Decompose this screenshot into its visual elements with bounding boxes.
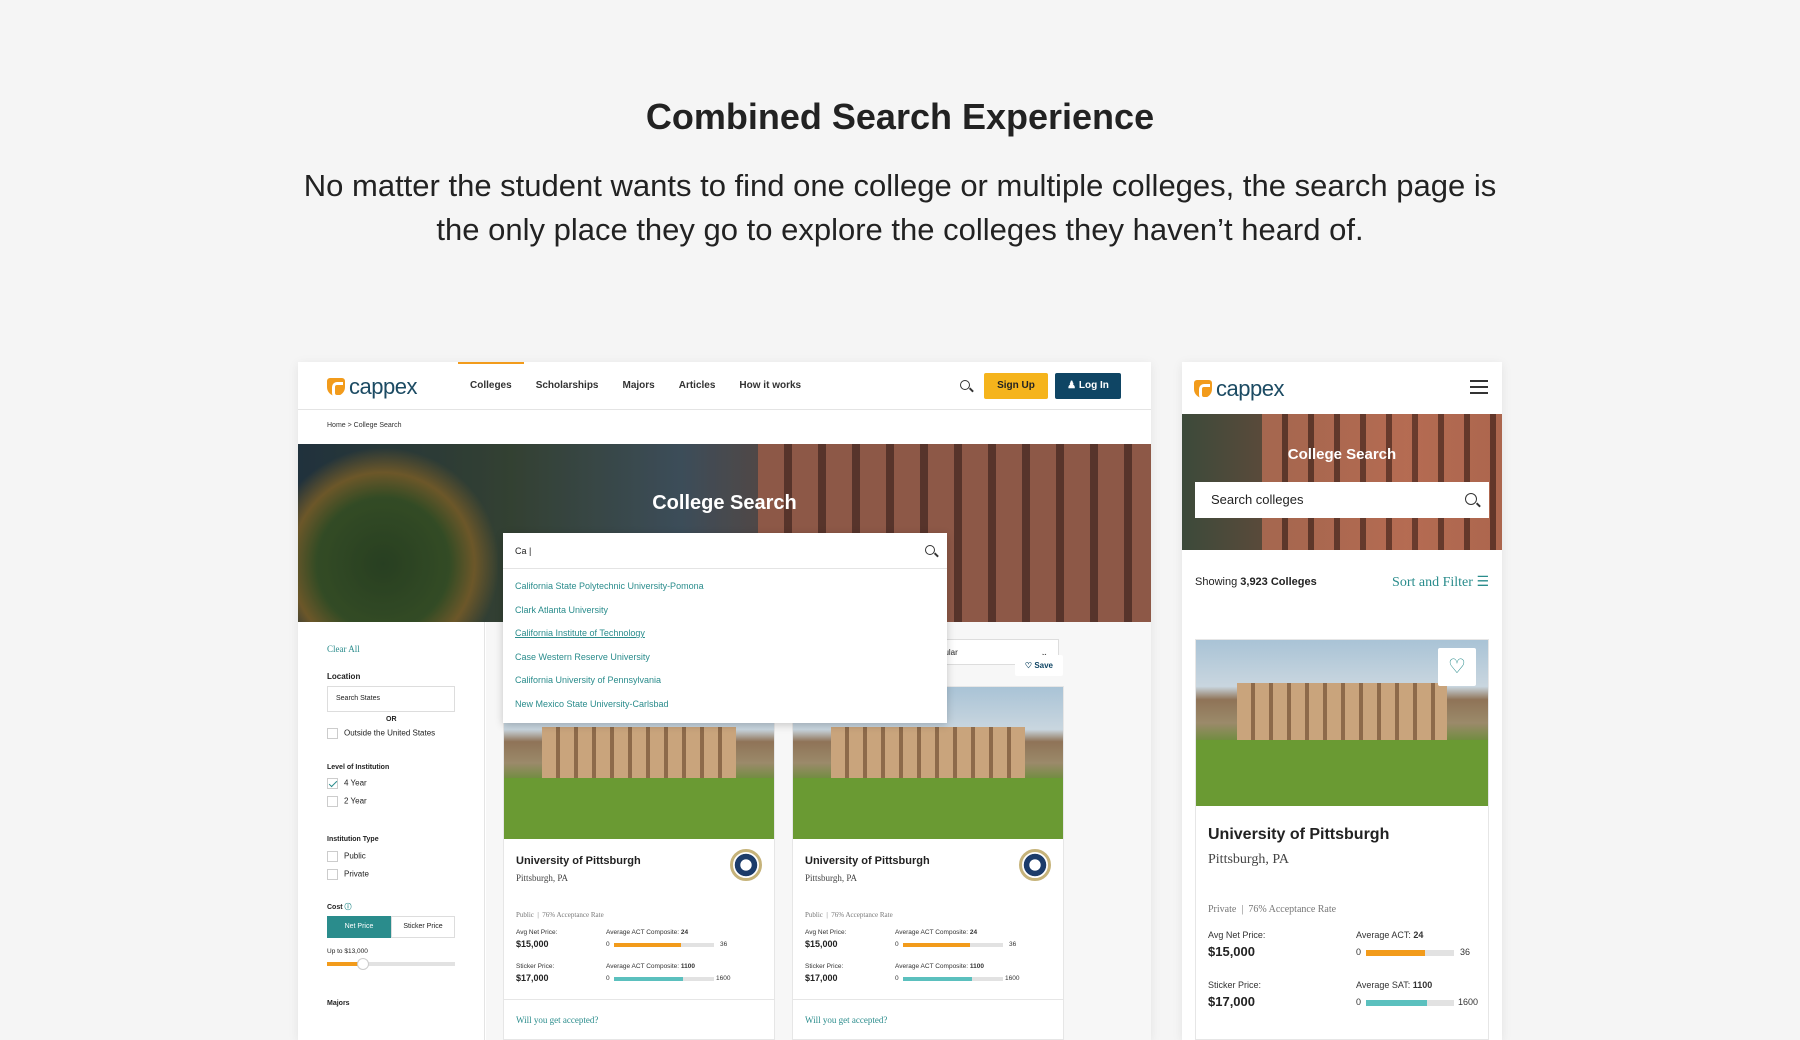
search-icon[interactable]: [960, 380, 970, 390]
page-title: Combined Search Experience: [645, 96, 1155, 137]
heart-icon: ♡: [1024, 661, 1033, 670]
results-count: Showing 3,923 Colleges: [1195, 576, 1317, 588]
hero-title: College Search: [652, 492, 797, 514]
act-bar: [1366, 950, 1454, 956]
or-label: OR: [386, 716, 397, 723]
nav-articles[interactable]: Articles: [667, 362, 728, 410]
cost-heading: Cost ⓘ: [327, 904, 352, 911]
college-meta: Public | 76% Acceptance Rate: [516, 911, 604, 919]
suggestion-item[interactable]: California University of Pennsylvania: [503, 669, 947, 693]
sliders-icon: ☰: [1476, 574, 1489, 590]
cappex-logo[interactable]: cappex: [327, 374, 417, 400]
breadcrumb: Home > College Search: [327, 422, 402, 429]
cost-range-label: Up to $13,000: [327, 948, 368, 955]
sat-bar: [1366, 1000, 1454, 1006]
cost-slider[interactable]: [327, 958, 455, 970]
cappex-logo-icon: [327, 378, 345, 398]
clear-all-link[interactable]: Clear All: [327, 644, 360, 654]
will-you-get-accepted-link[interactable]: Will you get accepted?: [504, 999, 774, 1039]
slider-handle[interactable]: [357, 958, 369, 970]
hero-banner: College Search Search colleges: [1182, 414, 1502, 550]
act-bar: [903, 943, 1003, 947]
college-card[interactable]: ♡ Save University of Pittsburgh Pittsbur…: [792, 655, 1064, 1040]
college-name[interactable]: University of Pittsburgh: [516, 855, 641, 867]
page-subtitle: No matter the student wants to find one …: [303, 168, 1497, 247]
cappex-logo[interactable]: cappex: [1194, 376, 1284, 402]
college-name[interactable]: University of Pittsburgh: [805, 855, 930, 867]
nav-majors[interactable]: Majors: [611, 362, 667, 410]
suggestion-item[interactable]: California Institute of Technology: [503, 622, 947, 646]
net-price-toggle[interactable]: Net Price: [327, 916, 391, 938]
mobile-mockup: cappex College Search Search colleges Sh…: [1182, 362, 1502, 1040]
private-checkbox[interactable]: Private: [327, 869, 369, 880]
log-in-button[interactable]: ♟ Log In: [1055, 373, 1121, 399]
college-meta: Private | 76% Acceptance Rate: [1208, 904, 1337, 915]
college-card[interactable]: ♡ University of Pittsburgh Pittsburgh, P…: [1195, 639, 1489, 1040]
search-icon[interactable]: [925, 545, 935, 555]
public-checkbox[interactable]: Public: [327, 851, 366, 862]
suggestion-item[interactable]: Clark Atlanta University: [503, 599, 947, 623]
nav-scholarships[interactable]: Scholarships: [524, 362, 611, 410]
college-name[interactable]: University of Pittsburgh: [1208, 826, 1389, 844]
college-meta: Public | 76% Acceptance Rate: [805, 911, 893, 919]
sat-bar: [614, 977, 714, 981]
sat-bar: [903, 977, 1003, 981]
college-seal-icon: [1019, 849, 1051, 881]
college-card[interactable]: University of Pittsburgh Pittsburgh, PA …: [503, 686, 775, 1040]
top-nav: cappex Colleges Scholarships Majors Arti…: [298, 362, 1151, 410]
suggestion-item[interactable]: New Mexico State University-Carlsbad: [503, 693, 947, 717]
heart-icon[interactable]: ♡: [1438, 648, 1476, 686]
desktop-mockup: cappex Colleges Scholarships Majors Arti…: [298, 362, 1151, 1040]
location-heading: Location: [327, 672, 361, 681]
search-icon[interactable]: [1465, 493, 1477, 505]
hamburger-menu-icon[interactable]: [1470, 380, 1488, 394]
search-input[interactable]: Search colleges: [1195, 482, 1489, 518]
sticker-price-toggle[interactable]: Sticker Price: [391, 916, 455, 938]
search-autocomplete: Ca | California State Polytechnic Univer…: [503, 533, 947, 723]
suggestion-item[interactable]: California State Polytechnic University-…: [503, 575, 947, 599]
nav-colleges[interactable]: Colleges: [458, 362, 524, 410]
four-year-checkbox[interactable]: 4 Year: [327, 778, 367, 789]
college-location: Pittsburgh, PA: [1208, 852, 1289, 867]
outside-us-checkbox[interactable]: Outside the United States: [327, 728, 457, 739]
search-states-input[interactable]: Search States: [327, 686, 455, 712]
sign-up-button[interactable]: Sign Up: [984, 373, 1048, 399]
two-year-checkbox[interactable]: 2 Year: [327, 796, 367, 807]
info-icon[interactable]: ⓘ: [345, 904, 352, 911]
filter-sidebar: Clear All Location Search States OR Outs…: [298, 622, 485, 1040]
cappex-logo-icon: [1194, 380, 1212, 400]
hero-title: College Search: [1287, 446, 1397, 463]
save-button[interactable]: ♡ Save: [1014, 655, 1063, 676]
institution-type-heading: Institution Type: [327, 836, 379, 843]
act-bar: [614, 943, 714, 947]
nav-menu: Colleges Scholarships Majors Articles Ho…: [458, 362, 813, 410]
search-input[interactable]: Ca |: [503, 533, 947, 569]
nav-how-it-works[interactable]: How it works: [727, 362, 813, 410]
college-seal-icon: [730, 849, 762, 881]
suggestion-list: California State Polytechnic University-…: [503, 569, 947, 717]
level-heading: Level of Institution: [327, 764, 390, 771]
sort-and-filter-button[interactable]: Sort and Filter ☰: [1392, 574, 1489, 591]
suggestion-item[interactable]: Case Western Reserve University: [503, 646, 947, 670]
college-location: Pittsburgh, PA: [805, 873, 858, 883]
will-you-get-accepted-link[interactable]: Will you get accepted?: [793, 999, 1063, 1039]
college-location: Pittsburgh, PA: [516, 873, 569, 883]
majors-heading: Majors: [327, 1000, 350, 1007]
